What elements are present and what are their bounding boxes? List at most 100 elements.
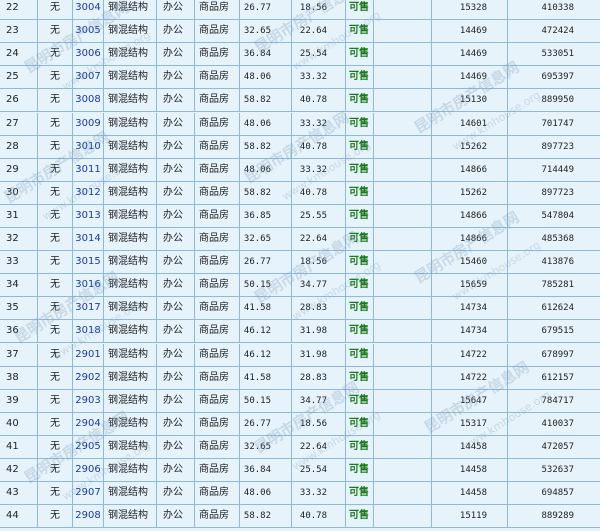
usage-cell: 办公 xyxy=(157,366,195,389)
total-price-cell: 889950 xyxy=(541,95,574,106)
sale-status-badge: 可售 xyxy=(346,228,374,250)
unit-price-cell: 14458 xyxy=(432,482,508,505)
unit-price-cell: 14866 xyxy=(432,158,508,181)
blank-cell xyxy=(374,204,432,227)
structure-cell: 钢混结构 xyxy=(104,0,157,19)
room-number-link[interactable]: 3014 xyxy=(73,228,104,250)
table-row: 37 无 2901 钢混结构 办公 商品房 46.12 31.98 可售 14722 678997 xyxy=(0,343,600,367)
room-number-link[interactable]: 3008 xyxy=(73,89,104,112)
usage-cell: 办公 xyxy=(157,89,195,112)
room-number-link[interactable]: 2903 xyxy=(73,389,104,412)
blank-cell xyxy=(374,112,432,135)
blank-cell xyxy=(374,181,432,204)
usable-area-cell: 28.83 xyxy=(292,366,346,389)
row-index: 22 xyxy=(0,0,38,19)
room-number-link[interactable]: 3007 xyxy=(73,66,104,89)
room-number-link[interactable]: 2901 xyxy=(73,343,104,366)
room-number-link[interactable]: 2908 xyxy=(73,505,104,528)
table-row: 34 无 3016 钢混结构 办公 商品房 50.15 34.77 可售 15659 785281 xyxy=(0,274,600,298)
room-number-link[interactable]: 3013 xyxy=(73,204,104,227)
building-area-cell: 58.82 xyxy=(240,505,292,528)
house-type-cell: 商品房 xyxy=(195,43,240,66)
house-type-cell: 商品房 xyxy=(195,20,240,43)
usable-area-cell: 33.32 xyxy=(292,66,346,89)
usage-cell: 办公 xyxy=(157,43,195,66)
room-number-link[interactable]: 3011 xyxy=(73,158,104,181)
room-number-link[interactable]: 3009 xyxy=(73,112,104,135)
unit-price-cell: 15328 xyxy=(432,0,508,19)
total-price-cell: 410338 xyxy=(541,3,574,13)
usable-area-cell: 31.98 xyxy=(292,320,346,343)
floor-plan-cell: 无 xyxy=(38,135,73,158)
usable-area-cell: 18.56 xyxy=(292,0,346,19)
room-number-link[interactable]: 3005 xyxy=(73,20,104,43)
structure-cell: 钢混结构 xyxy=(104,389,157,412)
room-number-link[interactable]: 3012 xyxy=(73,181,104,204)
room-number-link[interactable]: 2907 xyxy=(73,482,104,505)
blank-cell xyxy=(374,459,432,481)
floor-plan-cell: 无 xyxy=(38,343,73,366)
floor-plan-cell: 无 xyxy=(38,274,73,297)
housing-unit-table: 22 无 3004 钢混结构 办公 商品房 26.77 18.56 可售 15328 410338 2… xyxy=(0,0,600,531)
room-number-link[interactable]: 3015 xyxy=(73,251,104,274)
row-index: 30 xyxy=(0,181,38,204)
table-row: 38 无 2902 钢混结构 办公 商品房 41.58 28.83 可售 14722 612157 xyxy=(0,366,600,390)
room-number-link[interactable]: 3006 xyxy=(73,43,104,66)
row-index: 33 xyxy=(0,251,38,274)
room-number-link[interactable]: 2902 xyxy=(73,366,104,389)
floor-plan-cell: 无 xyxy=(38,204,73,227)
unit-price-cell: 14722 xyxy=(432,343,508,366)
room-number-link[interactable]: 3010 xyxy=(73,135,104,158)
row-index: 35 xyxy=(0,297,38,320)
room-number-link[interactable]: 3016 xyxy=(73,274,104,297)
blank-cell xyxy=(374,366,432,389)
usable-area-cell: 40.78 xyxy=(292,135,346,158)
building-area-cell: 36.84 xyxy=(240,43,292,66)
sale-status-badge: 可售 xyxy=(346,412,374,435)
structure-cell: 钢混结构 xyxy=(104,505,157,528)
house-type-cell: 商品房 xyxy=(195,412,240,435)
unit-price-cell: 14469 xyxy=(432,66,508,89)
floor-plan-cell: 无 xyxy=(38,158,73,181)
house-type-cell: 商品房 xyxy=(195,505,240,528)
building-area-cell: 32.65 xyxy=(240,20,292,43)
unit-price-cell: 14601 xyxy=(432,112,508,135)
room-number-link[interactable]: 3018 xyxy=(73,320,104,343)
room-number-link[interactable]: 3017 xyxy=(73,297,104,320)
total-price-cell: 532637 xyxy=(541,465,574,475)
house-type-cell: 商品房 xyxy=(195,435,240,458)
structure-cell: 钢混结构 xyxy=(104,158,157,181)
usable-area-cell: 18.56 xyxy=(292,412,346,435)
room-number-link[interactable]: 2906 xyxy=(73,459,104,481)
table-row: 42 无 2906 钢混结构 办公 商品房 36.84 25.54 可售 14458 532637 xyxy=(0,459,600,482)
building-area-cell: 26.77 xyxy=(240,251,292,274)
row-index: 28 xyxy=(0,135,38,158)
usable-area-cell: 25.55 xyxy=(292,204,346,227)
unit-price-cell: 14866 xyxy=(432,228,508,250)
table-row: 26 无 3008 钢混结构 办公 商品房 58.82 40.78 可售 15130 889950 xyxy=(0,89,600,113)
house-type-cell: 商品房 xyxy=(195,0,240,19)
total-price-cell: 485368 xyxy=(541,234,574,244)
building-area-cell: 58.82 xyxy=(240,135,292,158)
floor-plan-cell: 无 xyxy=(38,366,73,389)
blank-cell xyxy=(374,89,432,112)
structure-cell: 钢混结构 xyxy=(104,274,157,297)
unit-price-cell: 15119 xyxy=(432,505,508,528)
structure-cell: 钢混结构 xyxy=(104,412,157,435)
row-index: 43 xyxy=(0,482,38,505)
sale-status-badge: 可售 xyxy=(346,435,374,458)
row-index: 24 xyxy=(0,43,38,66)
unit-price-cell: 15317 xyxy=(432,412,508,435)
building-area-cell: 46.12 xyxy=(240,343,292,366)
floor-plan-cell: 无 xyxy=(38,43,73,66)
room-number-link[interactable]: 2904 xyxy=(73,412,104,435)
room-number-link[interactable]: 3004 xyxy=(73,0,104,19)
house-type-cell: 商品房 xyxy=(195,389,240,412)
usable-area-cell: 22.64 xyxy=(292,228,346,250)
room-number-link[interactable]: 2905 xyxy=(73,435,104,458)
blank-cell xyxy=(374,43,432,66)
row-index: 37 xyxy=(0,343,38,366)
blank-cell xyxy=(374,482,432,505)
house-type-cell: 商品房 xyxy=(195,228,240,250)
building-area-cell: 48.06 xyxy=(240,158,292,181)
